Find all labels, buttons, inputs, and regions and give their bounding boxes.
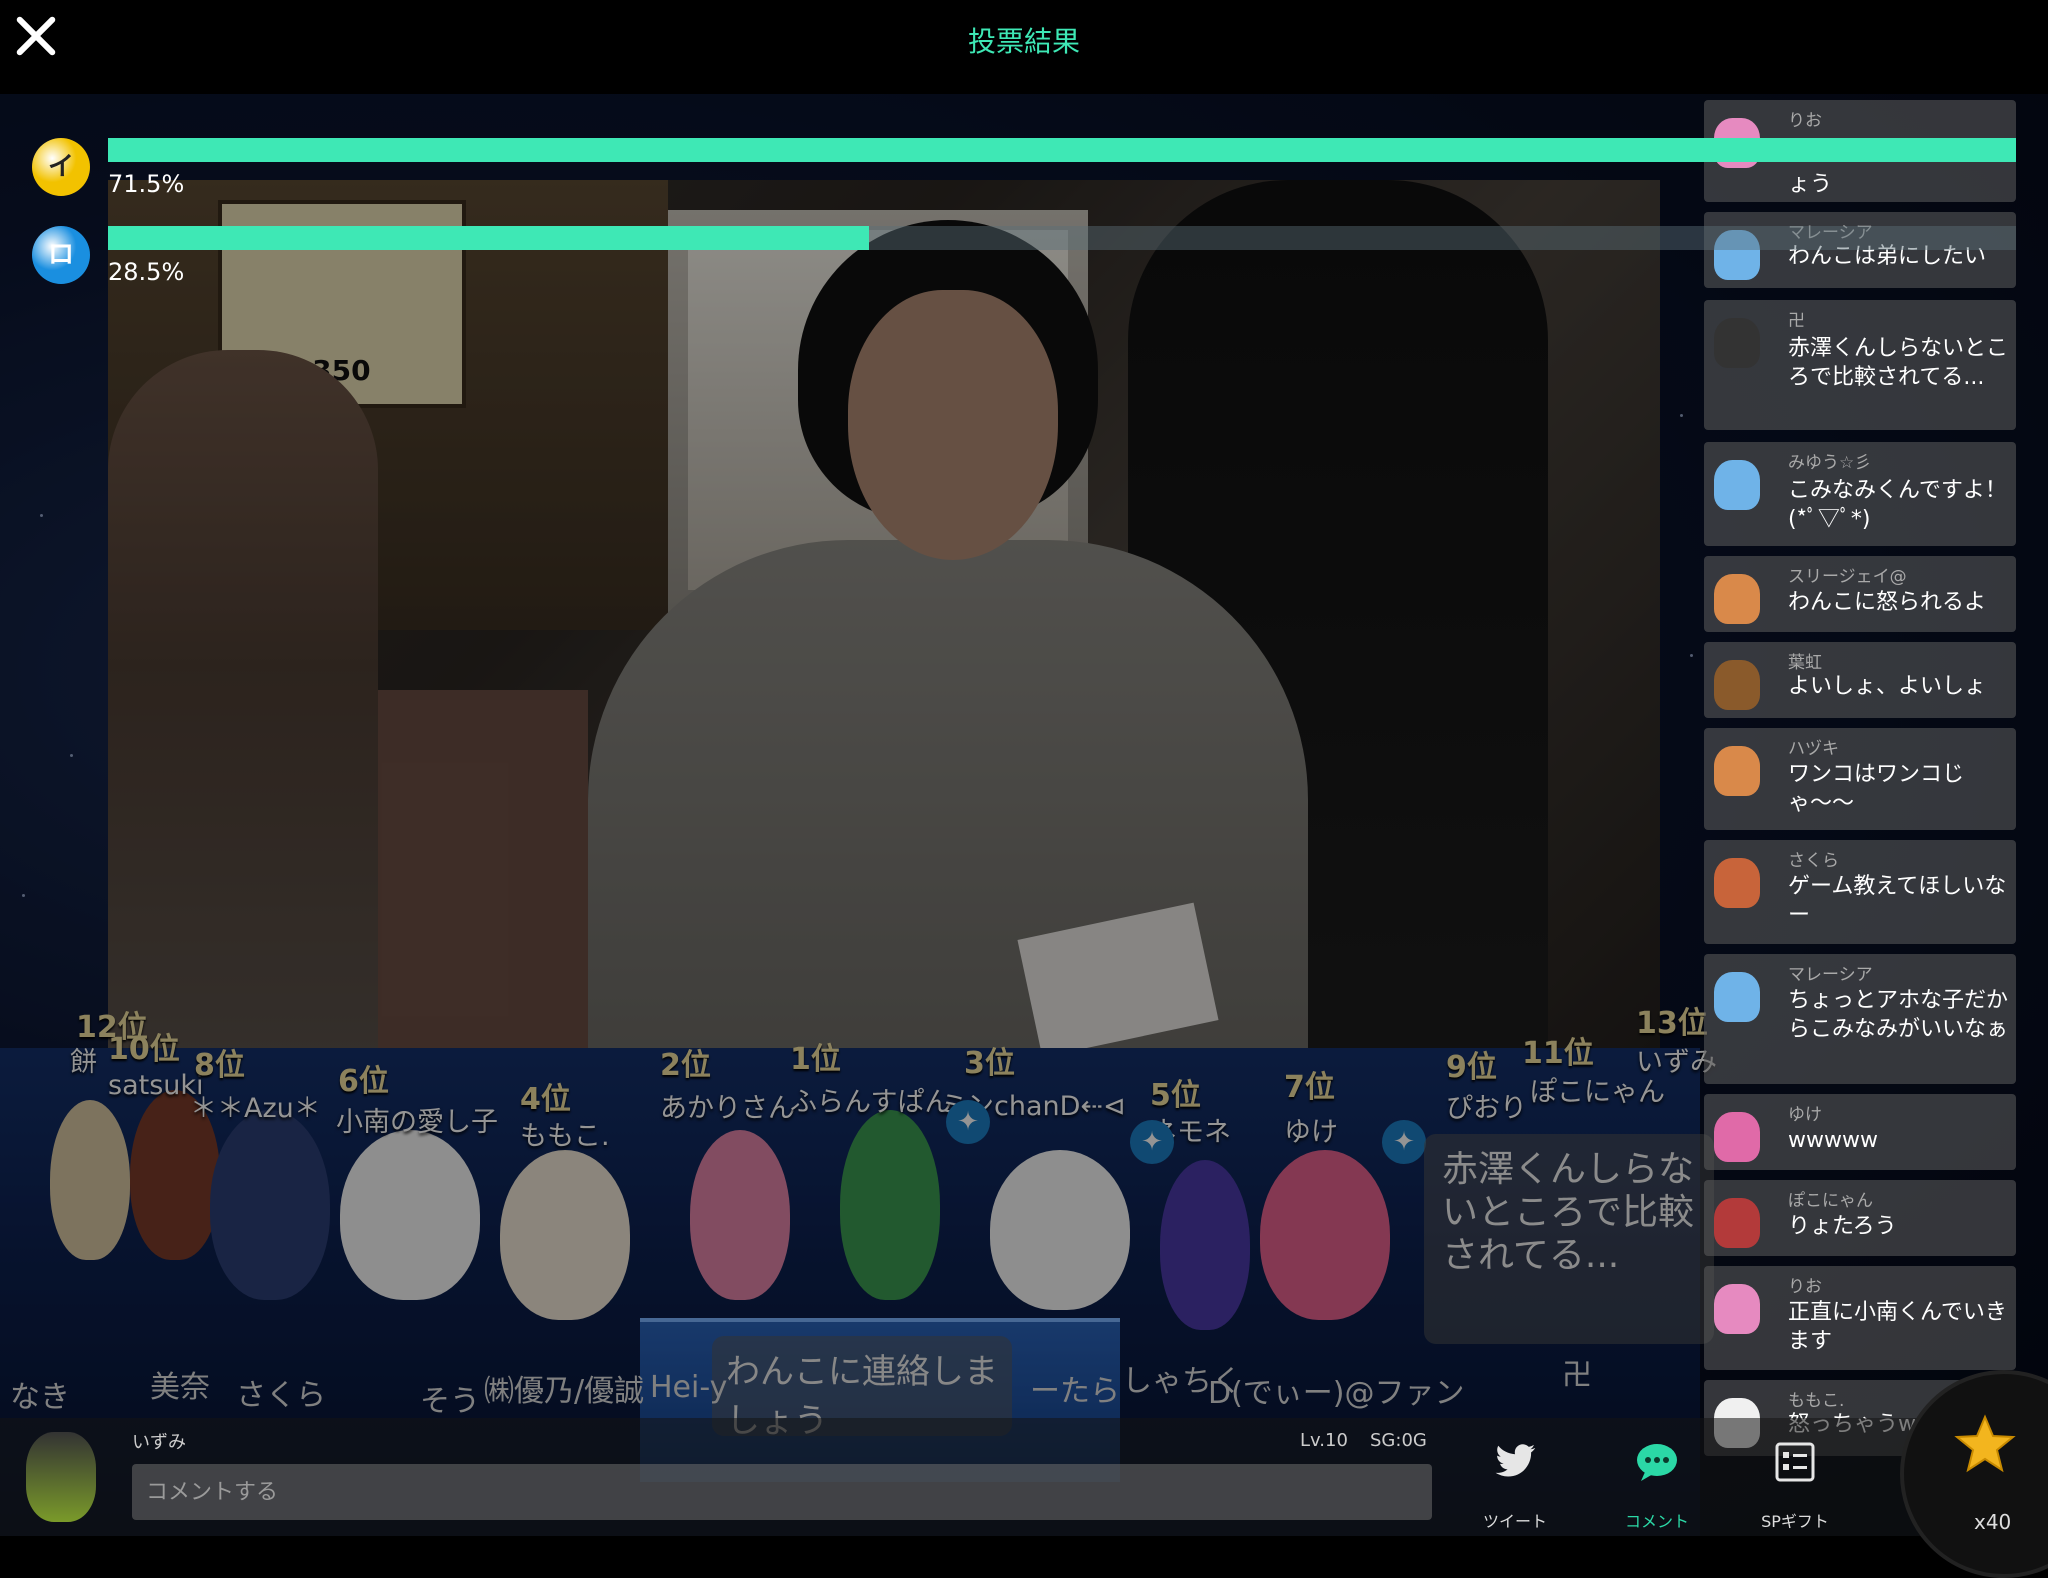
tweet-button[interactable]: ツイート [1460,1428,1570,1536]
comment-avatar [1714,1284,1760,1334]
comment-user: ハヅキ [1788,739,1839,759]
comment-avatar [1714,972,1760,1022]
comment-item: スリージェイ@ わんこに怒られるよ [1704,556,2016,632]
star-icon [1954,1414,2016,1473]
comment-item: みゆう☆彡 こみなみくんですよ！(*ﾟ▽ﾟ*) [1704,442,2016,546]
comment-avatar [1714,660,1760,710]
comment-item: ゆけ wwwww [1704,1094,2016,1170]
comment-text: ちょっとアホな子だからこみなみがいいなぁ [1788,988,2009,1042]
comment-item: 卍 赤澤くんしらないところで比較されてる... [1704,300,2016,430]
comment-user: 葉虹 [1788,653,1822,673]
twitter-bird-icon [1495,1444,1536,1477]
comment-user: スリージェイ@ [1788,567,1907,587]
comment-user: マレーシア [1788,965,1873,985]
user-name: いずみ [132,1432,186,1453]
comment-avatar [1714,858,1760,908]
option-a-icon-label: イ [47,152,74,182]
comment-user: みゆう☆彡 [1788,453,1872,473]
comment-user: ゆけ [1788,1105,1822,1125]
star-count: x40 [1974,1510,2012,1534]
comment-text: りょたろう [1788,1214,1897,1239]
comment-item: ハヅキ ワンコはワンコじゃ〜〜 [1704,728,2016,830]
comment-text: わんこに怒られるよ [1788,590,1987,615]
option-a-bar-fill [108,138,2016,162]
top-header: 投票結果 [0,0,2048,94]
comment-text: こみなみくんですよ！(*ﾟ▽ﾟ*) [1788,478,2007,532]
comment-input[interactable] [132,1464,1432,1520]
comment-text: 赤澤くんしらないところで比較されてる... [1788,336,2009,390]
comment-avatar [1714,460,1760,510]
comment-button[interactable]: コメント [1602,1428,1712,1536]
comment-text: ゲーム教えてほしいなー [1788,874,2007,928]
option-a-icon: イ [32,138,90,196]
comment-user: りお [1788,1277,1822,1297]
comment-item: マレーシア ちょっとアホな子だからこみなみがいいなぁ [1704,954,2016,1084]
comment-user: ぽこにゃん [1788,1191,1873,1211]
option-a-percent: 71.5% [108,170,185,198]
option-b-bar-fill [108,226,869,250]
option-b-percent: 28.5% [108,258,185,286]
comment-avatar [1714,574,1760,624]
comment-bubble-icon [1637,1444,1677,1481]
comment-text: 正直に小南くんでいきます [1788,1300,2007,1354]
tweet-label: ツイート [1482,1512,1547,1531]
comment-avatar [1714,318,1760,368]
comment-text: ワンコはワンコじゃ〜〜 [1788,762,1965,816]
comment-text: wwwww [1788,1128,1878,1153]
comment-user: ももこ. [1788,1391,1845,1411]
comment-avatar [1714,1112,1760,1162]
page-title: 投票結果 [967,25,1080,58]
comment-item: さくら ゲーム教えてほしいなー [1704,840,2016,944]
comment-label: コメント [1624,1512,1689,1531]
sp-gift-label: SPギフト [1761,1512,1829,1531]
comment-avatar [1714,746,1760,796]
option-b-bar [108,226,2016,250]
comment-user: さくら [1788,851,1839,871]
user-level: Lv.10 [1300,1430,1348,1451]
comment-avatar [1714,1198,1760,1248]
comment-item: りお 正直に小南くんでいきます [1704,1266,2016,1370]
comment-item: 葉虹 よいしょ、よいしょ [1704,642,2016,718]
comment-text: よいしょ、よいしょ [1788,674,1987,699]
user-sg: SG:0G [1370,1430,1427,1451]
sp-gift-icon [1775,1442,1815,1482]
option-b-icon: ロ [32,226,90,284]
comment-item: ぽこにゃん りょたろう [1704,1180,2016,1256]
option-a-bar [108,138,2016,162]
option-b-icon-label: ロ [47,240,74,270]
user-avatar[interactable] [26,1432,96,1522]
sp-gift-button[interactable]: SPギフト [1740,1428,1850,1536]
comment-user: 卍 [1788,311,1805,331]
